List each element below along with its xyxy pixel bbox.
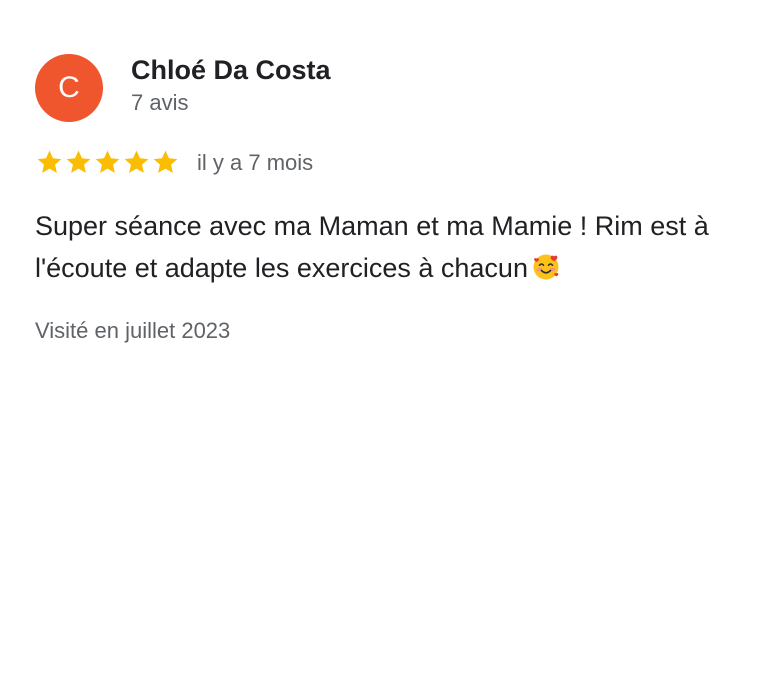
review-text: Super séance avec ma Maman et ma Mamie !… [35, 211, 709, 283]
review-header: C Chloé Da Costa 7 avis [35, 54, 331, 122]
smiling-face-with-hearts-icon [532, 251, 560, 280]
author-info: Chloé Da Costa 7 avis [131, 54, 331, 116]
review-body: Super séance avec ma Maman et ma Mamie !… [35, 205, 735, 289]
review-card: C Chloé Da Costa 7 avis il y a 7 mois Su… [0, 0, 768, 676]
visit-date: Visité en juillet 2023 [35, 318, 231, 343]
star-icon [93, 148, 122, 177]
star-icon [35, 148, 64, 177]
star-icon [151, 148, 180, 177]
author-name[interactable]: Chloé Da Costa [131, 54, 331, 86]
star-icon [64, 148, 93, 177]
review-date: il y a 7 mois [197, 149, 314, 175]
star-icon [122, 148, 151, 177]
avatar-initial: C [58, 71, 80, 104]
rating-row: il y a 7 mois [35, 148, 313, 177]
author-review-count[interactable]: 7 avis [131, 90, 331, 116]
avatar[interactable]: C [35, 54, 103, 122]
star-rating [35, 148, 180, 177]
